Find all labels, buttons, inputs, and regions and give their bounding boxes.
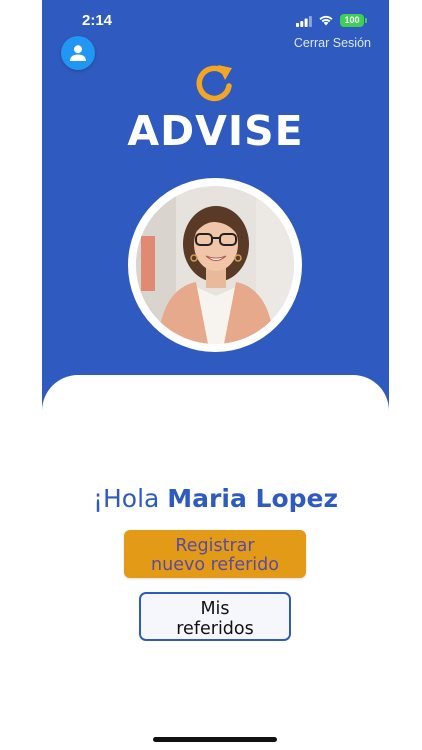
greeting-prefix: ¡Hola [92, 484, 168, 513]
brand-wordmark: ADVISE [127, 107, 304, 155]
register-referral-button[interactable]: Registrar nuevo referido [124, 530, 306, 578]
refresh-arrow-icon [196, 65, 232, 102]
my-referrals-label-line2: referidos [176, 618, 254, 639]
status-bar: 2:14 100 [42, 0, 389, 40]
cellular-signal-icon [296, 16, 312, 27]
greeting-text: ¡Hola Maria Lopez [42, 484, 389, 513]
battery-tip [365, 18, 367, 23]
home-indicator[interactable] [153, 737, 277, 742]
logout-link[interactable]: Cerrar Sesión [294, 36, 371, 50]
my-referrals-button[interactable]: Mis referidos [139, 592, 291, 641]
profile-photo-frame [128, 178, 302, 352]
battery-indicator: 100 [340, 14, 364, 27]
status-time: 2:14 [82, 12, 113, 29]
user-icon [70, 45, 86, 61]
app-screen: 2:14 100 Cerrar Sesión ADVISE ¡Hola Mari… [42, 0, 389, 750]
profile-button[interactable] [61, 36, 95, 70]
user-name: Maria Lopez [167, 484, 339, 513]
register-referral-label-line2: nuevo referido [151, 555, 279, 575]
wifi-icon [319, 15, 333, 26]
register-referral-label-line1: Registrar [175, 536, 255, 556]
my-referrals-label-line1: Mis [200, 598, 230, 619]
profile-photo [136, 186, 294, 344]
